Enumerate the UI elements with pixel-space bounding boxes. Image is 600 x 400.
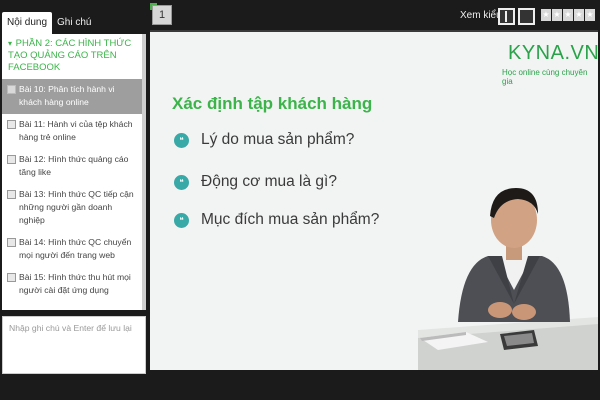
lesson-label: Bài 12: Hình thức quảng cáo tăng like — [19, 154, 129, 177]
lesson-checkbox-icon — [7, 238, 16, 247]
note-input[interactable] — [2, 316, 146, 374]
star-icon[interactable]: ★ — [574, 9, 584, 21]
presenter-image — [418, 188, 598, 370]
star-icon[interactable]: ★ — [585, 9, 595, 21]
split-view-button[interactable] — [498, 8, 515, 25]
top-bar: 1 Xem kiểu ★ ★ ★ ★ ★ — [150, 0, 600, 32]
lesson-list: ▾ PHẦN 2: CÁC HÌNH THỨC TẠO QUẢNG CÁO TR… — [2, 34, 146, 310]
panel-tabs: Nội dung Ghi chú — [2, 8, 146, 34]
video-player[interactable]: KYNA.VN Học online cùng chuyên gia Xác đ… — [150, 30, 598, 370]
lesson-item[interactable]: Bài 14: Hình thức QC chuyển mọi người đế… — [2, 232, 142, 267]
bullet-text: Mục đích mua sản phẩm? — [201, 211, 380, 228]
lesson-item[interactable]: Bài 15: Hình thức thu hút mọi người cài … — [2, 267, 142, 302]
lesson-label: Bài 13: Hình thức QC tiếp cận những ngườ… — [19, 189, 134, 225]
slide-bullet: ❝ Động cơ mua là gì? — [174, 173, 337, 191]
bullet-text: Động cơ mua là gì? — [201, 173, 337, 190]
slide-bullet: ❝ Mục đích mua sản phẩm? — [174, 211, 379, 229]
star-icon[interactable]: ★ — [541, 9, 551, 21]
left-panel: Nội dung Ghi chú ▾ PHẦN 2: CÁC HÌNH THỨC… — [0, 4, 148, 374]
lesson-item[interactable]: Bài 13: Hình thức QC tiếp cận những ngườ… — [2, 184, 142, 232]
lesson-checkbox-icon — [7, 85, 16, 94]
chat-bubble-icon: ❝ — [174, 212, 189, 228]
tab-content[interactable]: Nội dung — [2, 12, 53, 34]
caret-down-icon: ▾ — [8, 39, 13, 48]
lesson-checkbox-icon — [7, 155, 16, 164]
slide-bullet: ❝ Lý do mua sản phẩm? — [174, 131, 354, 149]
chat-bubble-icon: ❝ — [174, 174, 189, 190]
lesson-label: Bài 11: Hành vi của tệp khách hàng trẻ o… — [19, 119, 133, 142]
full-view-button[interactable] — [518, 8, 535, 25]
star-icon[interactable]: ★ — [563, 9, 573, 21]
lesson-label: Bài 10: Phân tích hành vi khách hàng onl… — [19, 84, 115, 107]
page-number-button[interactable]: 1 — [152, 5, 172, 25]
logo-tagline: Học online cùng chuyên gia — [502, 68, 588, 86]
rating-stars: ★ ★ ★ ★ ★ — [541, 9, 595, 21]
lesson-label: Bài 15: Hình thức thu hút mọi người cài … — [19, 272, 131, 295]
view-mode-label: Xem kiểu — [460, 10, 502, 21]
lesson-item[interactable]: Bài 10: Phân tích hành vi khách hàng onl… — [2, 79, 142, 114]
lesson-item[interactable]: Bài 12: Hình thức quảng cáo tăng like — [2, 149, 142, 184]
lesson-checkbox-icon — [7, 273, 16, 282]
lesson-checkbox-icon — [7, 190, 16, 199]
section-header[interactable]: ▾ PHẦN 2: CÁC HÌNH THỨC TẠO QUẢNG CÁO TR… — [2, 34, 142, 79]
star-icon[interactable]: ★ — [552, 9, 562, 21]
lesson-label: Bài 14: Hình thức QC chuyển mọi người đế… — [19, 237, 132, 260]
tab-notes[interactable]: Ghi chú — [52, 12, 96, 34]
lesson-checkbox-icon — [7, 120, 16, 129]
lesson-viewer: Nội dung Ghi chú ▾ PHẦN 2: CÁC HÌNH THỨC… — [0, 0, 600, 400]
kyna-logo: KYNA.VN — [508, 42, 598, 64]
slide-title: Xác định tập khách hàng — [172, 94, 373, 113]
lesson-item[interactable]: Bài 11: Hành vi của tệp khách hàng trẻ o… — [2, 114, 142, 149]
chat-bubble-icon: ❝ — [174, 132, 189, 148]
bullet-text: Lý do mua sản phẩm? — [201, 131, 355, 148]
section-title: PHẦN 2: CÁC HÌNH THỨC TẠO QUẢNG CÁO TRÊN… — [8, 38, 132, 73]
